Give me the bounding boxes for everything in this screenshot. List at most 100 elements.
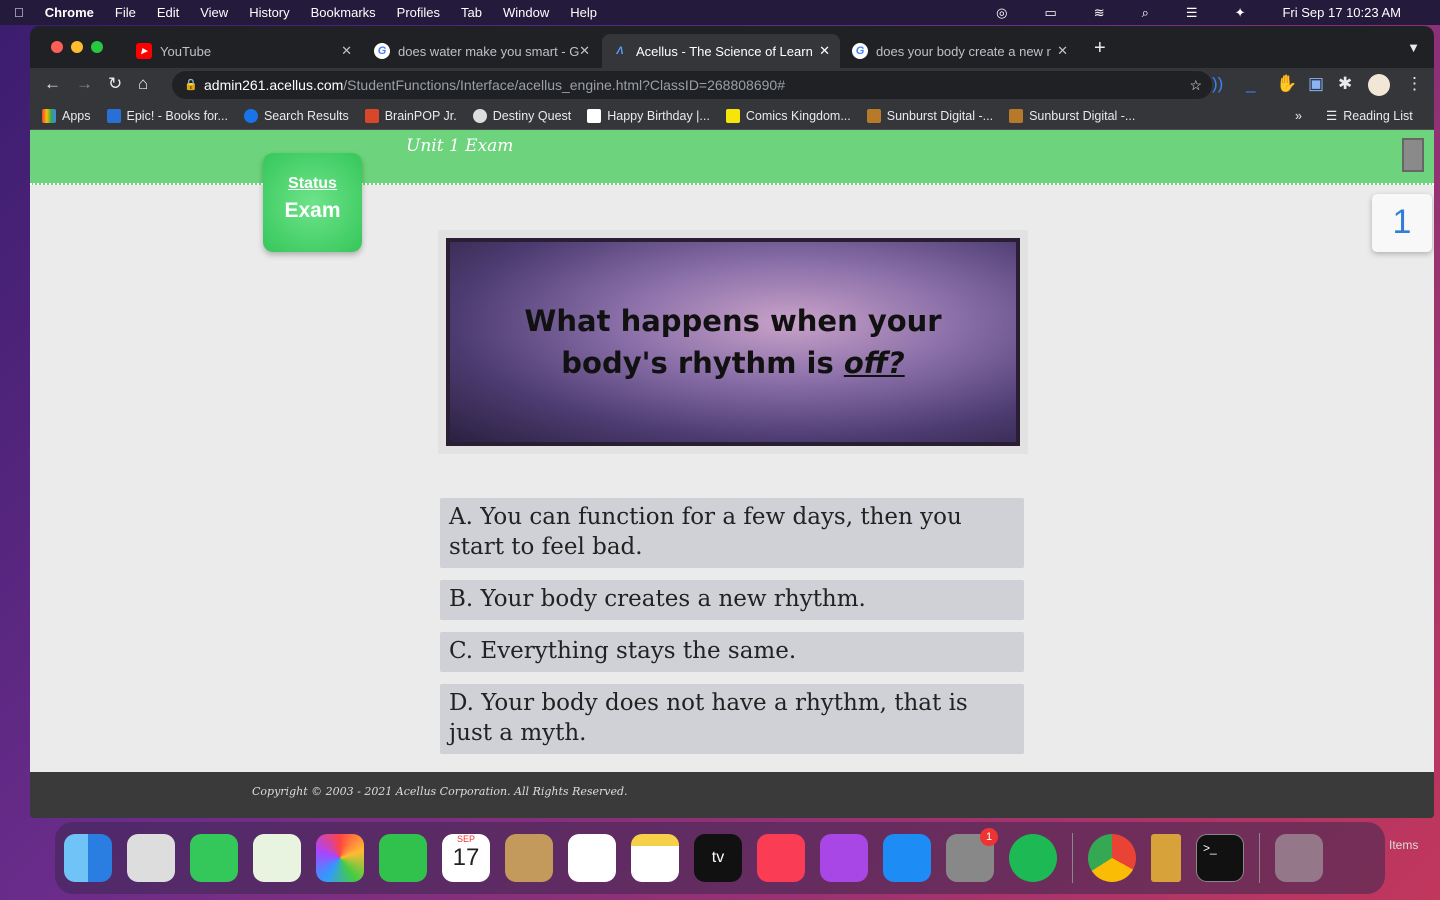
launchpad-icon[interactable] xyxy=(127,834,175,882)
profile-avatar[interactable] xyxy=(1368,74,1390,96)
shield-icon xyxy=(243,108,258,123)
new-tab-button[interactable]: + xyxy=(1094,37,1106,60)
status-value: Exam xyxy=(284,199,341,222)
extension-screen-icon[interactable]: ▣ xyxy=(1308,74,1324,94)
music-icon[interactable] xyxy=(757,834,805,882)
chrome-icon[interactable] xyxy=(1088,834,1136,882)
address-bar[interactable]: 🔒 admin261.acellus.com/StudentFunctions/I… xyxy=(172,71,1212,99)
page-content: Unit 1 Exam Status Exam 1 What happens w… xyxy=(30,130,1434,772)
spotify-icon[interactable] xyxy=(1009,834,1057,882)
finder-icon[interactable] xyxy=(64,834,112,882)
back-button[interactable]: ← xyxy=(44,74,61,94)
menu-window[interactable]: Window xyxy=(503,5,549,20)
reload-button[interactable]: ↻ xyxy=(108,74,122,94)
dock-separator xyxy=(1072,833,1073,883)
bookmark-star-icon[interactable]: ☆ xyxy=(1189,71,1202,99)
menu-tab[interactable]: Tab xyxy=(461,5,482,20)
reading-list-button[interactable]: ☰ Reading List xyxy=(1326,108,1413,124)
more-bookmarks-button[interactable]: » xyxy=(1295,109,1302,123)
extension-minus-icon[interactable]: _ xyxy=(1246,74,1255,94)
close-tab-icon[interactable]: ✕ xyxy=(1057,43,1068,59)
menu-view[interactable]: View xyxy=(200,5,228,20)
bookmark-label: Comics Kingdom... xyxy=(745,108,851,123)
bookmark-epic[interactable]: Epic! - Books for... xyxy=(106,108,228,123)
creative-cloud-icon[interactable]: ◎ xyxy=(996,5,1007,21)
p-logo-icon xyxy=(587,108,602,123)
close-tab-icon[interactable]: ✕ xyxy=(819,43,830,59)
bookmark-search-results[interactable]: Search Results xyxy=(243,108,349,123)
menu-help[interactable]: Help xyxy=(570,5,597,20)
apple-icon[interactable]:  xyxy=(14,5,24,20)
toolbar: ← → ↻ ⌂ 🔒 admin261.acellus.com/StudentFun… xyxy=(30,68,1434,102)
bookmark-brainpop[interactable]: BrainPOP Jr. xyxy=(364,108,457,123)
tab-title: YouTube xyxy=(160,43,212,59)
tab-strip: ▸ YouTube ✕ Gdoes water make you smart - G… xyxy=(30,26,1434,68)
close-window-button[interactable] xyxy=(51,41,63,53)
podcasts-icon[interactable] xyxy=(820,834,868,882)
close-tab-icon[interactable]: ✕ xyxy=(579,43,590,59)
menu-edit[interactable]: Edit xyxy=(157,5,179,20)
notes-icon[interactable] xyxy=(631,834,679,882)
dock: SEP 17 tv 1 >_ xyxy=(55,822,1385,894)
home-button[interactable]: ⌂ xyxy=(138,74,148,94)
bookmark-sunburst-1[interactable]: Sunburst Digital -... xyxy=(866,108,993,123)
tab-google-rhythm[interactable]: Gdoes your body create a new r ✕ xyxy=(842,34,1078,68)
facetime-icon[interactable] xyxy=(379,834,427,882)
menu-file[interactable]: File xyxy=(115,5,136,20)
contacts-icon[interactable] xyxy=(505,834,553,882)
exit-door-icon[interactable] xyxy=(1402,138,1424,172)
bookmark-label: Apps xyxy=(62,108,91,123)
clock[interactable]: Fri Sep 17 10:23 AM xyxy=(1282,5,1401,20)
status-badge[interactable]: Status Exam xyxy=(263,153,362,252)
menu-app[interactable]: Chrome xyxy=(45,5,94,20)
extensions-puzzle-icon[interactable]: ✱ xyxy=(1338,74,1352,94)
bookmark-sunburst-2[interactable]: Sunburst Digital -... xyxy=(1009,108,1135,123)
minimize-window-button[interactable] xyxy=(71,41,83,53)
bookmark-label: Epic! - Books for... xyxy=(126,108,228,123)
calendar-icon[interactable]: SEP 17 xyxy=(442,834,490,882)
photos-icon[interactable] xyxy=(316,834,364,882)
menu-bookmarks[interactable]: Bookmarks xyxy=(311,5,376,20)
pencil-app-icon[interactable] xyxy=(1151,834,1181,882)
reminders-icon[interactable] xyxy=(568,834,616,882)
chrome-menu-icon[interactable]: ⋮ xyxy=(1406,74,1423,94)
unit-title: Unit 1 Exam xyxy=(406,136,514,156)
menu-history[interactable]: History xyxy=(249,5,289,20)
battery-icon[interactable]: ▭ xyxy=(1044,5,1056,21)
zoom-window-button[interactable] xyxy=(91,41,103,53)
maps-icon[interactable] xyxy=(253,834,301,882)
apple-tv-icon[interactable]: tv xyxy=(694,834,742,882)
answer-b[interactable]: B. Your body creates a new rhythm. xyxy=(440,580,1024,620)
system-preferences-icon[interactable]: 1 xyxy=(946,828,998,882)
answer-c[interactable]: C. Everything stays the same. xyxy=(440,632,1024,672)
tab-search-button[interactable]: ▼ xyxy=(1407,40,1420,55)
tab-title: Acellus - The Science of Learn xyxy=(636,43,813,59)
menu-profiles[interactable]: Profiles xyxy=(397,5,440,20)
trash-icon[interactable] xyxy=(1275,834,1323,882)
spotlight-icon[interactable]: ⌕ xyxy=(1142,5,1149,21)
terminal-icon[interactable]: >_ xyxy=(1196,834,1244,882)
control-center-icon[interactable]: ☰ xyxy=(1186,5,1198,21)
app-store-icon[interactable] xyxy=(883,834,931,882)
siri-icon[interactable]: ✦ xyxy=(1235,5,1246,21)
close-tab-icon[interactable]: ✕ xyxy=(341,43,352,59)
bookmark-apps[interactable]: Apps xyxy=(42,108,91,123)
notification-badge: 1 xyxy=(980,828,998,846)
bookmark-destiny-quest[interactable]: Destiny Quest xyxy=(472,108,571,123)
forward-button[interactable]: → xyxy=(76,74,93,94)
extension-hand-icon[interactable]: ✋ xyxy=(1276,74,1297,94)
bookmark-comics-kingdom[interactable]: Comics Kingdom... xyxy=(725,108,851,123)
tab-youtube[interactable]: ▸ YouTube ✕ xyxy=(126,34,362,68)
answer-a[interactable]: A. You can function for a few days, then… xyxy=(440,498,1024,568)
extension-readaloud-icon[interactable]: )) xyxy=(1212,74,1223,94)
comics-kingdom-icon xyxy=(725,108,740,123)
tab-google-water[interactable]: Gdoes water make you smart - G ✕ xyxy=(364,34,600,68)
reading-list-label: Reading List xyxy=(1343,108,1413,123)
browser-window: ▸ YouTube ✕ Gdoes water make you smart - G… xyxy=(30,26,1434,818)
sunburst-icon xyxy=(1009,108,1024,123)
messages-icon[interactable] xyxy=(190,834,238,882)
bookmark-happy-birthday[interactable]: Happy Birthday |... xyxy=(587,108,710,123)
tab-acellus[interactable]: Λ Acellus - The Science of Learn ✕ xyxy=(602,34,840,68)
answer-d[interactable]: D. Your body does not have a rhythm, tha… xyxy=(440,684,1024,754)
wifi-icon[interactable]: ≋ xyxy=(1094,5,1105,21)
